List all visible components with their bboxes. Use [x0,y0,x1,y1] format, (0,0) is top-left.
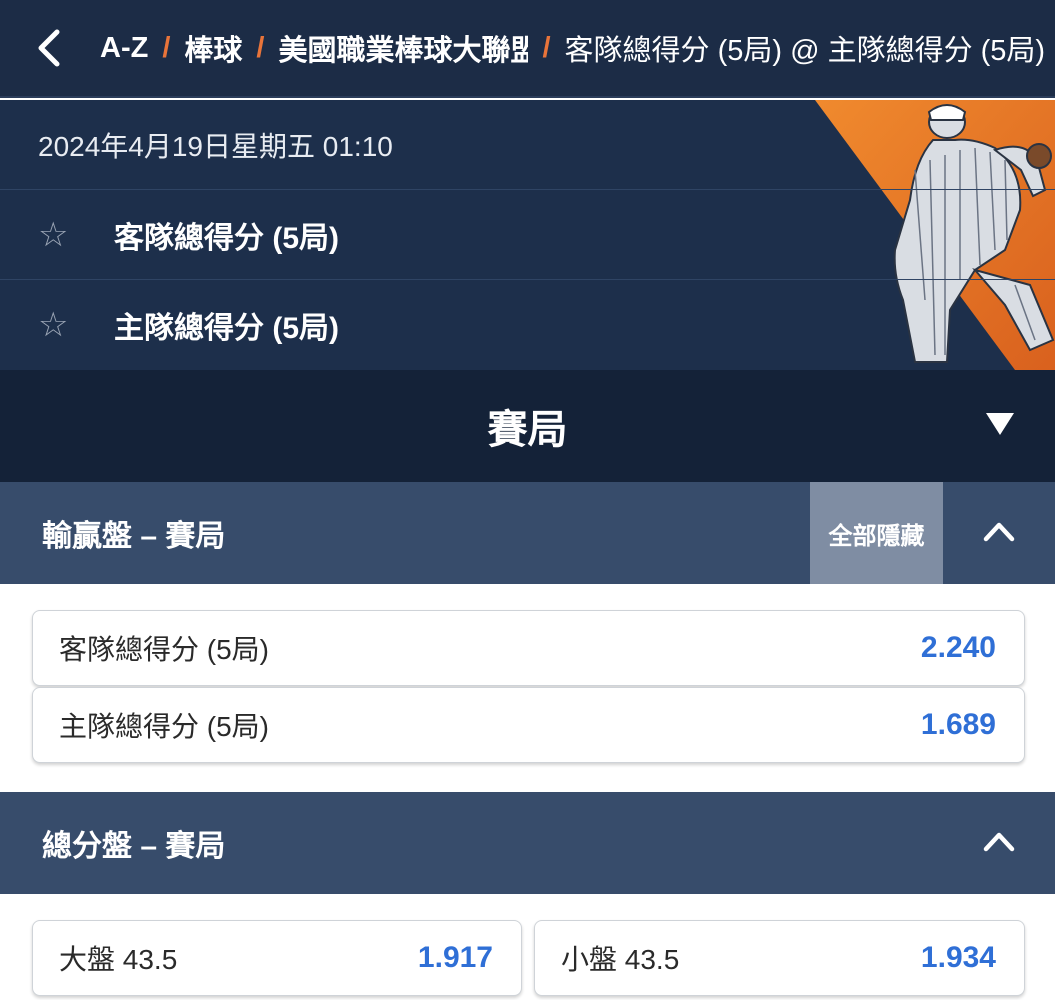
market-header-totals[interactable]: 總分盤 – 賽局 [0,792,1055,894]
event-datetime-row: 2024年4月19日星期五 01:10 [0,100,1055,190]
bet-selection-away[interactable]: 客隊總得分 (5局) 2.240 [32,610,1025,686]
event-datetime: 2024年4月19日星期五 01:10 [38,130,393,162]
hide-all-button[interactable]: 全部隱藏 [810,482,943,584]
home-team-name: 主隊總得分 (5局) [114,312,339,345]
breadcrumb: A-Z / 棒球 / 美國職業棒球大聯盟 / 客隊總得分 (5局) @ 主隊總得… [100,27,1045,69]
selection-odds: 1.934 [920,941,996,974]
period-selector[interactable]: 賽局 [0,370,1055,482]
bet-selection-home[interactable]: 主隊總得分 (5局) 1.689 [32,687,1025,763]
period-selector-label: 賽局 [487,408,568,452]
market-title: 輸贏盤 – 賽局 [42,520,226,553]
breadcrumb-separator: / [256,31,265,64]
top-nav-bar: A-Z / 棒球 / 美國職業棒球大聯盟 / 客隊總得分 (5局) @ 主隊總得… [0,0,1055,98]
bet-selection-under[interactable]: 小盤 43.5 1.934 [534,920,1025,996]
selection-odds: 1.689 [920,708,996,741]
selection-odds: 2.240 [920,631,996,664]
selection-odds: 1.917 [417,941,493,974]
breadcrumb-league[interactable]: 美國職業棒球大聯盟 [278,27,528,69]
star-outline-icon[interactable]: ☆ [0,305,114,345]
back-button[interactable] [0,0,100,96]
market-title: 總分盤 – 賽局 [42,830,226,863]
away-team-row: ☆ 客隊總得分 (5局) [0,190,1055,280]
star-outline-icon[interactable]: ☆ [0,215,114,255]
breadcrumb-separator: / [162,31,171,64]
breadcrumb-baseball[interactable]: 棒球 [184,27,242,69]
selection-label: 主隊總得分 (5局) [59,711,270,742]
selection-label: 客隊總得分 (5局) [59,634,270,665]
triangle-down-icon [986,413,1014,435]
breadcrumb-a-z[interactable]: A-Z [100,32,148,65]
away-team-name: 客隊總得分 (5局) [114,221,339,255]
selection-label: 小盤 43.5 [561,944,680,975]
bet-selection-over[interactable]: 大盤 43.5 1.917 [32,920,522,996]
chevron-left-icon [38,29,60,67]
home-team-row: ☆ 主隊總得分 (5局) [0,280,1055,370]
breadcrumb-separator: / [542,31,551,64]
market-header-moneyline[interactable]: 輸贏盤 – 賽局 全部隱藏 [0,482,1055,584]
breadcrumb-current-event: 客隊總得分 (5局) @ 主隊總得分 (5局) [564,35,1046,67]
chevron-up-icon[interactable] [983,520,1015,542]
event-header: 2024年4月19日星期五 01:10 ☆ 客隊總得分 (5局) ☆ 主隊總得分… [0,100,1055,370]
chevron-up-icon[interactable] [983,830,1015,852]
selection-label: 大盤 43.5 [59,944,178,975]
